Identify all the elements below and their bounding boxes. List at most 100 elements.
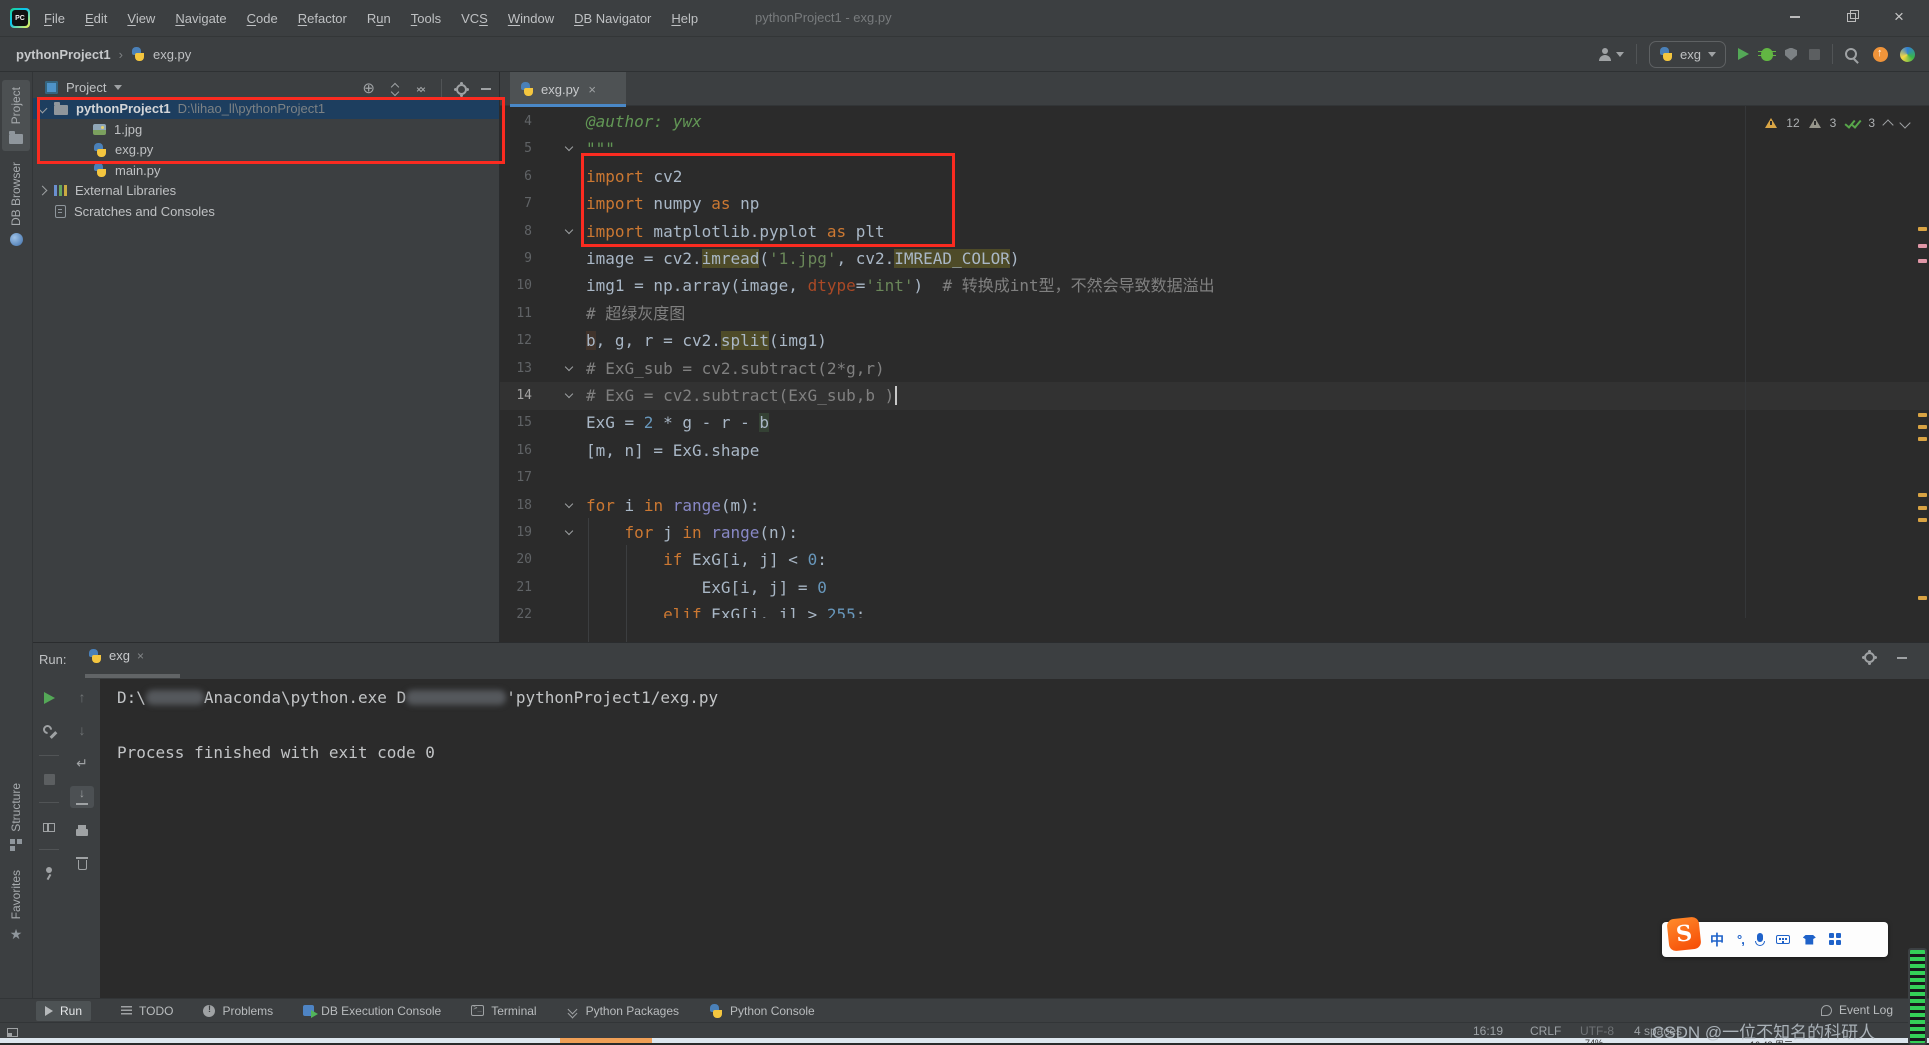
code-line-15[interactable]: 15 ExG = 2 * g - r - b (500, 409, 1929, 437)
rerun-button[interactable] (37, 687, 61, 709)
menu-file[interactable]: File (44, 11, 65, 26)
tool-window-button-terminal[interactable]: Terminal (471, 1004, 537, 1018)
stripe-item-favorites[interactable]: Favorites (2, 863, 30, 951)
error-stripe-mark[interactable] (1918, 259, 1927, 263)
menu-tools[interactable]: Tools (411, 11, 441, 26)
code-line-13[interactable]: 13 # ExG_sub = cv2.subtract(2*g,r) (500, 355, 1929, 383)
mic-icon[interactable] (1754, 933, 1765, 946)
chevron-right-icon[interactable] (37, 185, 48, 196)
stripe-item-structure[interactable]: Structure (2, 776, 30, 859)
menu-db-navigator[interactable]: DB Navigator (574, 11, 651, 26)
code-line-18[interactable]: 18 for i in range(m): (500, 492, 1929, 520)
code-line-4[interactable]: 4 @author: ywx (500, 108, 1929, 136)
menu-code[interactable]: Code (247, 11, 278, 26)
stop-button[interactable] (37, 768, 61, 790)
sogou-logo-icon[interactable]: S (1666, 916, 1702, 952)
gear-icon[interactable] (456, 83, 467, 95)
skin-icon[interactable] (1802, 934, 1816, 945)
gear-icon[interactable] (1864, 652, 1875, 663)
code-line-20[interactable]: 20 if ExG[i, j] < 0: (500, 546, 1929, 574)
menu-edit[interactable]: Edit (85, 11, 107, 26)
fold-marker-icon[interactable] (564, 528, 574, 538)
fold-marker-icon[interactable] (564, 144, 574, 154)
menu-run[interactable]: Run (367, 11, 391, 26)
hide-panel-button[interactable] (1897, 656, 1907, 659)
status-line-ending[interactable]: CRLF (1530, 1024, 1561, 1038)
menu-refactor[interactable]: Refactor (298, 11, 347, 26)
print-button[interactable] (70, 819, 94, 841)
code-line-17[interactable]: 17 (500, 464, 1929, 492)
debug-button[interactable] (1758, 47, 1776, 61)
tab-exg-py[interactable]: exg.py × (510, 72, 626, 107)
menu-navigate[interactable]: Navigate (175, 11, 226, 26)
layout-button[interactable] (37, 815, 61, 837)
close-run-tab-icon[interactable]: × (137, 649, 144, 663)
breadcrumb-project[interactable]: pythonProject1 (16, 47, 111, 62)
stop-button[interactable] (1809, 48, 1820, 60)
error-stripe-mark[interactable] (1918, 227, 1927, 231)
profile-button[interactable] (1598, 47, 1625, 61)
pin-button[interactable] (37, 862, 61, 884)
menu-window[interactable]: Window (508, 11, 554, 26)
tool-window-switcher-icon[interactable] (7, 1028, 18, 1037)
scroll-end-button[interactable] (70, 786, 94, 808)
code-line-10[interactable]: 10 img1 = np.array(image, dtype='int') # … (500, 272, 1929, 300)
code-line-21[interactable]: 21 ExG[i, j] = 0 (500, 574, 1929, 602)
tool-window-button-run[interactable]: Run (36, 1000, 92, 1021)
code-line-12[interactable]: 12 b, g, r = cv2.split(img1) (500, 327, 1929, 355)
update-button[interactable] (1873, 46, 1888, 62)
hide-panel-button[interactable] (481, 88, 491, 90)
trash-button[interactable] (70, 852, 94, 874)
toolbox-icon[interactable] (1828, 933, 1834, 938)
menu-view[interactable]: View (127, 11, 155, 26)
fold-marker-icon[interactable] (564, 227, 574, 237)
fold-marker-icon[interactable] (564, 391, 574, 401)
chinese-mode-icon[interactable] (1710, 930, 1724, 950)
run-configuration-select[interactable]: exg (1649, 40, 1726, 68)
down-button[interactable] (70, 720, 94, 742)
run-tab-exg[interactable]: exg × (88, 648, 144, 663)
error-stripe-mark[interactable] (1918, 596, 1927, 600)
error-stripe-mark[interactable] (1918, 518, 1927, 522)
tree-row-external-libraries[interactable]: External Libraries (33, 180, 499, 201)
run-button[interactable] (1738, 48, 1749, 60)
softwrap-button[interactable] (70, 753, 94, 775)
code-line-9[interactable]: 9 image = cv2.imread('1.jpg', cv2.IMREAD_… (500, 245, 1929, 273)
code-with-me-icon[interactable] (1900, 46, 1915, 62)
menu-help[interactable]: Help (671, 11, 698, 26)
restore-button[interactable] (1829, 0, 1873, 34)
tool-window-button-db-execution-console[interactable]: DB Execution Console (303, 1004, 441, 1018)
wrench-button[interactable] (37, 721, 61, 743)
minimize-button[interactable] (1773, 0, 1817, 34)
code-line-19[interactable]: 19 for j in range(n): (500, 519, 1929, 547)
fold-marker-icon[interactable] (564, 364, 574, 374)
collapse-all-button[interactable] (415, 83, 427, 96)
up-button[interactable] (70, 687, 94, 709)
run-console[interactable]: D:\ Anaconda\python.exe D'pythonProject1/… (100, 679, 1929, 998)
tool-window-button-todo[interactable]: TODO (121, 1004, 173, 1018)
error-stripe-mark[interactable] (1918, 493, 1927, 497)
code-line-22[interactable]: 22 elif ExG[i, j] > 255: (500, 601, 1929, 618)
expand-all-button[interactable] (389, 83, 401, 96)
tool-window-button-python-packages[interactable]: Python Packages (567, 1004, 679, 1018)
punctuation-icon[interactable] (1737, 931, 1744, 949)
code-line-16[interactable]: 16 [m, n] = ExG.shape (500, 437, 1929, 465)
code-line-11[interactable]: 11 # 超绿灰度图 (500, 300, 1929, 328)
error-stripe[interactable] (1918, 112, 1927, 642)
stripe-item-project[interactable]: Project (2, 80, 30, 152)
tree-row-scratches-and-consoles[interactable]: Scratches and Consoles (33, 201, 499, 222)
menu-vcs[interactable]: VCS (461, 11, 488, 26)
locate-file-button[interactable] (362, 80, 375, 98)
error-stripe-mark[interactable] (1918, 244, 1927, 248)
close-tab-icon[interactable]: × (588, 82, 596, 97)
fold-marker-icon[interactable] (564, 501, 574, 511)
keyboard-icon[interactable] (1775, 935, 1790, 944)
search-everywhere-button[interactable] (1845, 48, 1857, 60)
status-encoding[interactable]: UTF-8 (1580, 1024, 1614, 1038)
close-button[interactable]: × (1877, 0, 1921, 34)
error-stripe-mark[interactable] (1918, 413, 1927, 417)
error-stripe-mark[interactable] (1918, 437, 1927, 441)
breadcrumb-file[interactable]: exg.py (153, 47, 191, 62)
error-stripe-mark[interactable] (1918, 506, 1927, 510)
stripe-item-db-browser[interactable]: DB Browser (2, 155, 30, 253)
